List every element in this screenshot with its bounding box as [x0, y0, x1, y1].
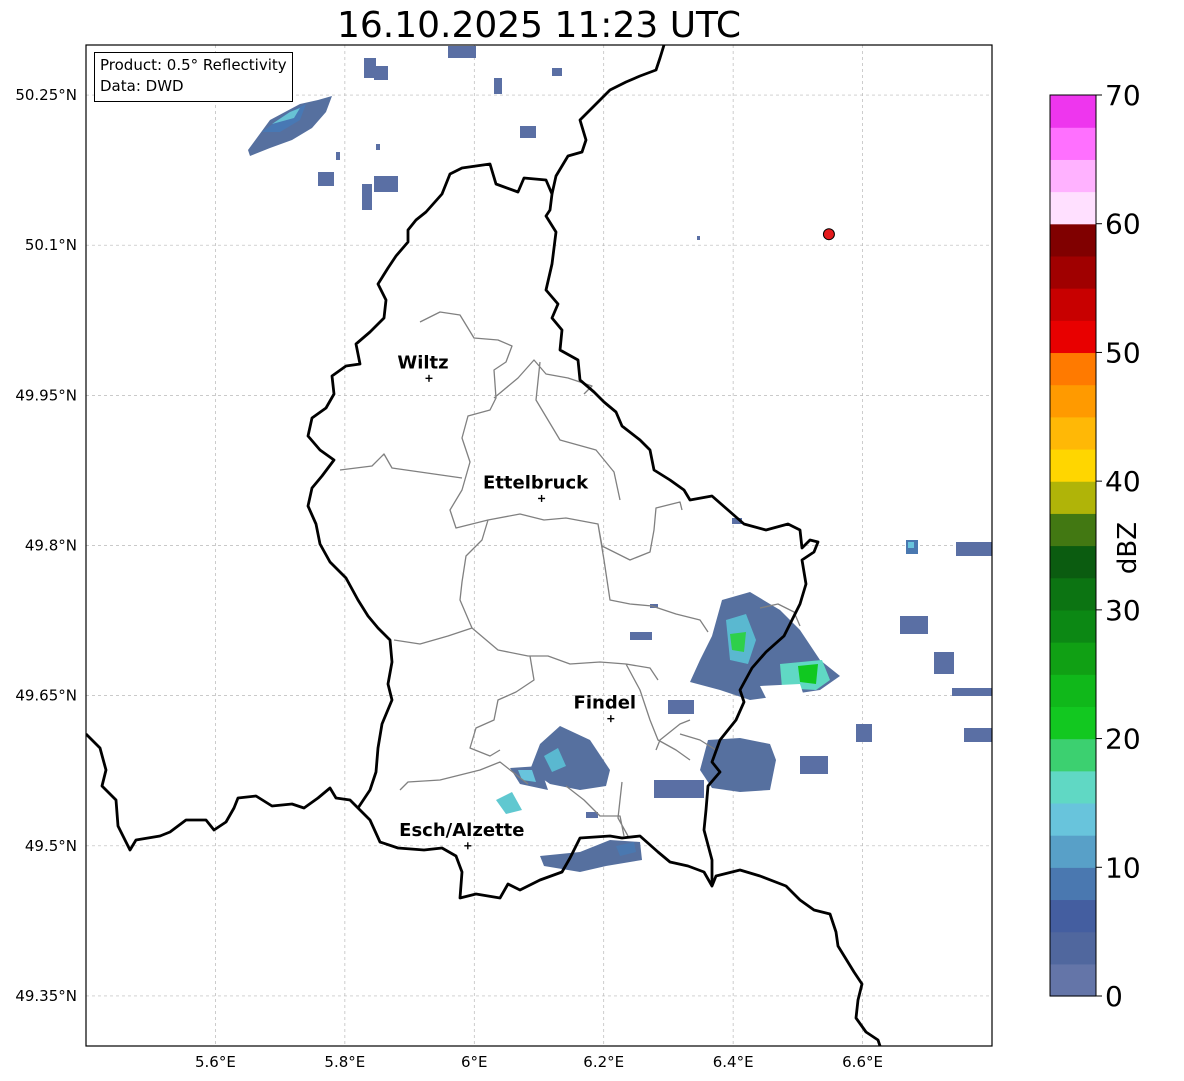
colorbar-segment: [1050, 127, 1096, 160]
colorbar-segment: [1050, 642, 1096, 675]
colorbar-tick-label: 60: [1105, 208, 1141, 241]
radar-map: 5.6°E 5.8°E 6°E 6.2°E 6.4°E 6.6°E 49.35°N 49.5°…: [15, 44, 1141, 1071]
lat-tick-label: 50.25°N: [15, 86, 77, 104]
colorbar-segment: [1050, 706, 1096, 740]
colorbar-segment: [1050, 288, 1096, 321]
colorbar-segment: [1050, 481, 1096, 514]
colorbar-tick-label: 10: [1105, 851, 1141, 884]
colorbar-segment: [1050, 577, 1096, 611]
colorbar-segment: [1050, 835, 1096, 868]
city-label: Ettelbruck: [483, 472, 589, 493]
lon-tick-label: 5.8°E: [324, 1053, 365, 1071]
colorbar-segment: [1050, 931, 1096, 965]
lat-tick-label: 50.1°N: [25, 236, 77, 254]
colorbar-segment: [1050, 416, 1096, 450]
colorbar-segment: [1050, 770, 1096, 804]
colorbar-tick-label: 20: [1105, 723, 1141, 756]
lon-tick-label: 6.4°E: [713, 1053, 754, 1071]
colorbar-segment: [1050, 513, 1096, 547]
lat-tick-label: 49.5°N: [25, 837, 77, 855]
colorbar-segment: [1050, 255, 1096, 289]
colorbar-tick-label: 70: [1105, 79, 1141, 112]
colorbar-segment: [1050, 191, 1096, 225]
lon-tick-label: 6.2°E: [583, 1053, 624, 1071]
lat-tick-label: 49.8°N: [25, 537, 77, 555]
colorbar-unit-label: dBZ: [1113, 521, 1143, 575]
colorbar-segment: [1050, 448, 1096, 482]
city-label: Wiltz: [397, 352, 448, 373]
colorbar-segment: [1050, 963, 1096, 997]
city-label: Findel: [574, 693, 637, 714]
colorbar-tick-label: 0: [1105, 980, 1123, 1013]
lon-tick-label: 6.6°E: [842, 1053, 883, 1071]
lat-tick-label: 49.95°N: [15, 386, 77, 404]
lat-tick-label: 49.65°N: [15, 687, 77, 705]
colorbar-segment: [1050, 95, 1096, 128]
colorbar-segment: [1050, 738, 1096, 772]
radar-site-marker: [822, 228, 835, 241]
colorbar-segment: [1050, 352, 1096, 386]
colorbar-segment: [1050, 802, 1096, 836]
colorbar-tick-label: 50: [1105, 336, 1141, 369]
info-box: Product: 0.5° Reflectivity Data: DWD: [94, 52, 293, 102]
colorbar-tick-label: 30: [1105, 594, 1141, 627]
lon-tick-label: 6°E: [461, 1053, 488, 1071]
colorbar-segment: [1050, 545, 1096, 579]
colorbar-segment: [1050, 320, 1096, 354]
colorbar-segment: [1050, 867, 1096, 901]
colorbar-segment: [1050, 223, 1096, 257]
city-label: Esch/Alzette: [399, 820, 524, 841]
colorbar-segment: [1050, 384, 1096, 418]
product-label: Product: 0.5° Reflectivity: [100, 56, 287, 74]
colorbar-segment: [1050, 609, 1096, 643]
colorbar-segment: [1050, 899, 1096, 933]
data-source-label: Data: DWD: [100, 77, 184, 95]
colorbar-segment: [1050, 674, 1096, 707]
colorbar-segment: [1050, 159, 1096, 193]
lat-tick-label: 49.35°N: [15, 987, 77, 1005]
lon-tick-label: 5.6°E: [195, 1053, 236, 1071]
colorbar-tick-label: 40: [1105, 465, 1141, 498]
